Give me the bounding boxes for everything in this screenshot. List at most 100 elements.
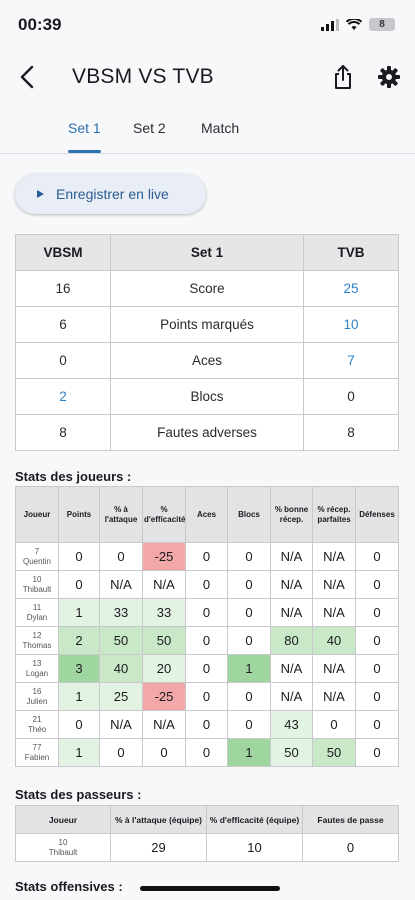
stat-cell: 50: [99, 626, 143, 655]
player-name: Quentin: [22, 556, 52, 566]
app-bar: VBSM VS TVB: [0, 55, 415, 101]
set-table-header: VBSM Set 1 TVB: [15, 234, 399, 271]
player-cell: 10 Thibault: [15, 833, 111, 862]
table-row: 2 Blocs 0: [15, 378, 399, 415]
stat-cell: 2: [58, 626, 100, 655]
players-stats-table: Joueur Points % à l'attaque % d'efficaci…: [15, 486, 399, 767]
stat-cell: 0: [302, 833, 399, 862]
stat-cell: 0: [185, 710, 228, 739]
stat-label: Score: [110, 270, 304, 307]
home-indicator[interactable]: [140, 886, 280, 891]
player-number: 11: [32, 602, 42, 612]
away-value: 0: [303, 378, 399, 415]
player-cell: 7 Quentin: [15, 542, 59, 571]
page-title: VBSM VS TVB: [72, 65, 214, 88]
stat-cell: 0: [355, 598, 399, 627]
stat-cell: 1: [227, 654, 271, 683]
stat-cell: 0: [227, 598, 271, 627]
stat-cell: N/A: [270, 682, 313, 711]
player-name: Thomas: [22, 640, 52, 650]
players-section-title: Stats des joueurs :: [15, 469, 132, 484]
stat-cell: 0: [355, 682, 399, 711]
stat-cell: 0: [355, 626, 399, 655]
stat-cell: 25: [99, 682, 143, 711]
stat-cell: 0: [355, 542, 399, 571]
stat-cell: 1: [58, 682, 100, 711]
stat-cell: 20: [142, 654, 186, 683]
col-defenses: Défenses: [355, 486, 399, 543]
home-value: 6: [15, 306, 111, 343]
col-attack-pct: % à l'attaque: [99, 486, 143, 543]
player-cell: 10 Thibault: [15, 570, 59, 599]
col-blocs: Blocs: [227, 486, 271, 543]
record-live-button[interactable]: Enregistrer en live: [15, 174, 206, 214]
stat-cell: N/A: [142, 570, 186, 599]
away-value: 10: [303, 306, 399, 343]
stat-cell: 0: [227, 682, 271, 711]
away-value: 7: [303, 342, 399, 379]
table-row: 7 Quentin 0 0 -25 0 0 N/A N/A 0: [15, 542, 399, 571]
share-icon[interactable]: [331, 63, 355, 91]
tab-match[interactable]: Match: [201, 120, 239, 136]
stat-cell: 0: [355, 654, 399, 683]
table-row: 11 Dylan 1 33 33 0 0 N/A N/A 0: [15, 598, 399, 627]
setters-stats-table: Joueur % à l'attaque (équipe) % d'effica…: [15, 805, 399, 862]
record-live-label: Enregistrer en live: [56, 186, 169, 202]
stat-cell: 0: [185, 542, 228, 571]
stat-cell: 33: [142, 598, 186, 627]
stat-cell: 3: [58, 654, 100, 683]
home-value: 16: [15, 270, 111, 307]
stat-cell: 33: [99, 598, 143, 627]
stat-cell: 0: [227, 710, 271, 739]
battery-icon: 8: [369, 18, 395, 31]
player-name: Thibault: [22, 584, 52, 594]
tab-set-2[interactable]: Set 2: [133, 120, 166, 136]
back-arrow-icon[interactable]: [16, 63, 40, 91]
player-name: Théo: [27, 724, 47, 734]
stat-cell: 0: [185, 682, 228, 711]
stat-cell: -25: [142, 682, 186, 711]
stat-cell: 0: [185, 598, 228, 627]
stat-cell: 10: [206, 833, 303, 862]
tab-bar: Set 1 Set 2 Match: [0, 112, 415, 154]
player-name: Logan: [25, 668, 49, 678]
stat-cell: N/A: [99, 710, 143, 739]
player-name: Thibault: [48, 847, 78, 857]
status-time: 00:39: [18, 15, 62, 34]
stat-cell: 0: [99, 738, 143, 767]
player-cell: 12 Thomas: [15, 626, 59, 655]
player-number: 7: [34, 546, 40, 556]
stat-cell: 0: [142, 738, 186, 767]
stat-cell: 0: [227, 626, 271, 655]
status-bar: 00:39 8: [0, 0, 415, 50]
stat-cell: 0: [355, 710, 399, 739]
table-row: 0 Aces 7: [15, 342, 399, 379]
table-row: 10 Thibault 0 N/A N/A 0 0 N/A N/A 0: [15, 570, 399, 599]
setters-table-header: Joueur % à l'attaque (équipe) % d'effica…: [15, 805, 399, 834]
stat-cell: N/A: [312, 542, 356, 571]
stat-cell: 0: [227, 570, 271, 599]
player-number: 10: [32, 574, 42, 584]
signal-icon: [321, 18, 339, 31]
col-perfect-reception: % récep. parfaites: [312, 486, 356, 543]
table-row: 12 Thomas 2 50 50 0 0 80 40 0: [15, 626, 399, 655]
col-pass-faults: Fautes de passe: [302, 805, 399, 834]
col-joueur: Joueur: [15, 486, 59, 543]
table-row: 10 Thibault 29 10 0: [15, 833, 399, 862]
player-cell: 21 Théo: [15, 710, 59, 739]
stat-cell: N/A: [312, 570, 356, 599]
stat-cell: N/A: [312, 598, 356, 627]
status-icons: 8: [321, 18, 395, 31]
player-cell: 16 Julien: [15, 682, 59, 711]
player-number: 16: [32, 686, 42, 696]
stat-cell: N/A: [270, 542, 313, 571]
tab-set-1[interactable]: Set 1: [68, 120, 101, 136]
stat-cell: 0: [185, 738, 228, 767]
col-joueur: Joueur: [15, 805, 111, 834]
stat-cell: 1: [58, 738, 100, 767]
player-name: Dylan: [26, 612, 48, 622]
stat-cell: -25: [142, 542, 186, 571]
gear-icon[interactable]: [377, 65, 401, 89]
stat-cell: 1: [58, 598, 100, 627]
stat-cell: N/A: [99, 570, 143, 599]
